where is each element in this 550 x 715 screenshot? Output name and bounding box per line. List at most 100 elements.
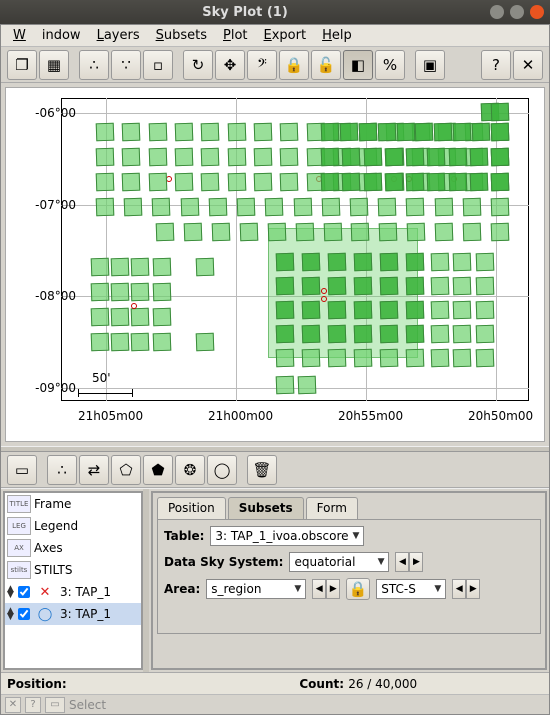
mark2-icon[interactable]: ∵: [111, 50, 141, 80]
replot-icon[interactable]: ↻: [183, 50, 213, 80]
tab-position[interactable]: Position: [157, 497, 226, 519]
footprint-tile: [91, 258, 110, 277]
layer-row[interactable]: ▲▼◯3: TAP_1: [5, 603, 141, 625]
footprint-tile: [448, 173, 467, 192]
footprint-tile: [406, 198, 425, 217]
footprint-tile: [131, 258, 150, 277]
tab-subsets[interactable]: Subsets: [228, 497, 304, 519]
layer-toolbar: ▭ ∴⇄⬠⬟❂◯ 🗑: [1, 452, 549, 488]
footprint-tile: [380, 277, 399, 296]
select-mode-icon[interactable]: ▭: [45, 697, 65, 713]
footprint-tile: [280, 123, 299, 142]
footprint-tile: [354, 301, 373, 320]
footprint-tile: [201, 148, 220, 167]
layer-type-icon: AX: [7, 539, 31, 557]
legend-icon[interactable]: ▣: [415, 50, 445, 80]
help-icon[interactable]: ?: [481, 50, 511, 80]
menu-subsets[interactable]: Subsets: [148, 26, 215, 45]
footprint-tile: [351, 223, 370, 242]
minimize-button[interactable]: [490, 5, 504, 19]
footprint-tile: [406, 173, 425, 192]
y-tick-label: -08°00: [35, 289, 76, 303]
footprint-tile: [302, 253, 321, 272]
layer-row[interactable]: LEGLegend: [5, 515, 141, 537]
x-tick-label: 21h05m00: [78, 409, 143, 423]
overlay-icon[interactable]: ▦: [39, 50, 69, 80]
sky-system-spinner[interactable]: ◀▶: [395, 552, 423, 572]
layer-visible-checkbox[interactable]: [18, 586, 30, 598]
chevron-down-icon: ▼: [294, 584, 301, 594]
source-marker: [321, 296, 327, 302]
tab-form[interactable]: Form: [306, 497, 358, 519]
menu-window[interactable]: Window: [5, 26, 89, 45]
table-combo[interactable]: 3: TAP_1_ivoa.obscore ▼: [210, 526, 364, 546]
layer-row[interactable]: TITLEFrame: [5, 493, 141, 515]
footprint-tile: [131, 308, 150, 327]
footprint-tile: [293, 198, 312, 217]
reorder-handle[interactable]: ▲▼: [7, 608, 15, 620]
lock-y-icon[interactable]: 🔓: [311, 50, 341, 80]
add-sphere-icon[interactable]: ◯: [207, 455, 237, 485]
lock-icon[interactable]: 🔒: [346, 578, 370, 600]
area-format-combo[interactable]: STC-S ▼: [376, 579, 446, 599]
footprint-tile: [175, 123, 194, 142]
aux-icon[interactable]: ◧: [343, 50, 373, 80]
footprint-tile: [406, 277, 425, 296]
layer-list[interactable]: TITLEFrameLEGLegendAXAxesstiltsSTILTS▲▼✕…: [3, 491, 143, 670]
layer-row[interactable]: stiltsSTILTS: [5, 559, 141, 581]
footprint-tile: [407, 223, 426, 242]
footprint-tile: [453, 349, 472, 368]
menu-plot[interactable]: Plot: [215, 26, 256, 45]
footprint-tile: [453, 253, 472, 272]
area-format-spinner[interactable]: ◀▶: [452, 579, 480, 599]
add-healpix-icon[interactable]: ❂: [175, 455, 205, 485]
add-area-icon[interactable]: ⬠: [111, 455, 141, 485]
help-panel-icon[interactable]: ?: [25, 697, 41, 713]
area-combo[interactable]: s_region ▼: [206, 579, 306, 599]
footprint-tile: [96, 148, 115, 167]
close-icon[interactable]: ✕: [513, 50, 543, 80]
reorder-handle[interactable]: ▲▼: [7, 586, 15, 598]
footprint-tile: [427, 148, 446, 167]
delete-layer-icon[interactable]: 🗑: [247, 455, 277, 485]
new-window-icon[interactable]: ❐: [7, 50, 37, 80]
layer-row[interactable]: ▲▼✕3: TAP_1: [5, 581, 141, 603]
maximize-button[interactable]: [510, 5, 524, 19]
footprint-tile: [180, 198, 199, 217]
area-label: Area:: [164, 582, 200, 596]
sky-system-combo[interactable]: equatorial ▼: [289, 552, 389, 572]
close-panel-icon[interactable]: ✕: [5, 697, 21, 713]
footprint-tile: [380, 325, 399, 344]
sky-plot-canvas[interactable]: -06°00-07°00-08°00-09°0021h05m0021h00m00…: [5, 87, 545, 442]
main-toolbar: ❐▦ ∴∵▫ ↻✥𝄢🔒🔓◧% ▣?✕: [1, 47, 549, 83]
add-pair-icon[interactable]: ⇄: [79, 455, 109, 485]
source-marker: [321, 288, 327, 294]
vertical-splitter[interactable]: [143, 489, 149, 672]
add-marks-icon[interactable]: ∴: [47, 455, 77, 485]
footprint-tile: [209, 198, 228, 217]
table-label: Table:: [164, 529, 204, 543]
layer-visible-checkbox[interactable]: [18, 608, 30, 620]
range-icon[interactable]: %: [375, 50, 405, 80]
footprint-tile: [201, 123, 220, 142]
lock-x-icon[interactable]: 🔒: [279, 50, 309, 80]
mark3-icon[interactable]: ▫: [143, 50, 173, 80]
resize-icon[interactable]: ✥: [215, 50, 245, 80]
layer-type-icon: stilts: [7, 561, 31, 579]
layer-row[interactable]: AXAxes: [5, 537, 141, 559]
chevron-down-icon: ▼: [353, 531, 360, 541]
area-spinner[interactable]: ◀▶: [312, 579, 340, 599]
footprint-tile: [323, 223, 342, 242]
add-poly-icon[interactable]: ⬟: [143, 455, 173, 485]
footprint-tile: [91, 333, 110, 352]
frame-control-icon[interactable]: ▭: [7, 455, 37, 485]
footprint-tile: [148, 123, 167, 142]
menu-layers[interactable]: Layers: [89, 26, 148, 45]
close-window-button[interactable]: [530, 5, 544, 19]
footprint-tile: [124, 198, 143, 217]
footprint-tile: [152, 198, 171, 217]
menu-export[interactable]: Export: [256, 26, 315, 45]
mark1-icon[interactable]: ∴: [79, 50, 109, 80]
measure-icon[interactable]: 𝄢: [247, 50, 277, 80]
menu-help[interactable]: Help: [314, 26, 360, 45]
